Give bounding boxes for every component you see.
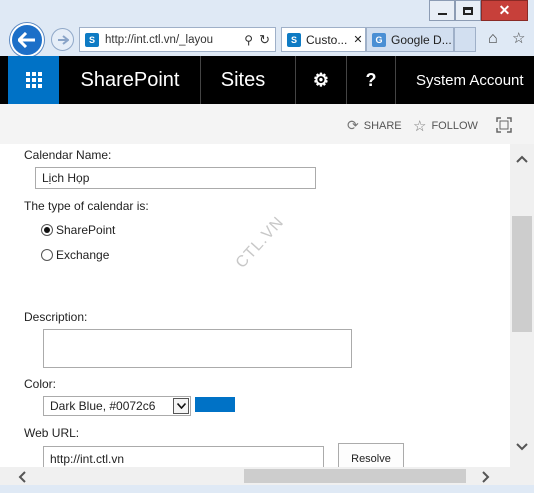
- suite-divider: [395, 56, 396, 104]
- forward-arrow-icon: [57, 34, 69, 45]
- sharepoint-favicon-icon: S: [85, 32, 99, 47]
- window-bottom-edge: [0, 485, 534, 493]
- tab-close-icon[interactable]: ✕: [353, 33, 362, 46]
- color-swatch: [195, 397, 235, 412]
- suite-divider: [200, 56, 201, 104]
- chevron-left-icon: [18, 471, 26, 483]
- close-button[interactable]: ✕: [481, 0, 528, 21]
- watermark: CTL.VN: [232, 213, 288, 272]
- new-tab-button[interactable]: [454, 27, 476, 52]
- address-url: http://int.ctl.vn/_layou: [105, 33, 214, 46]
- calendar-name-field[interactable]: Lịch Họp: [35, 167, 316, 189]
- chevron-down-icon[interactable]: [173, 398, 189, 414]
- scroll-thumb[interactable]: [512, 216, 532, 332]
- horizontal-scrollbar[interactable]: [0, 467, 510, 485]
- scroll-down-button[interactable]: [510, 432, 534, 462]
- calendar-name-label: Calendar Name:: [24, 148, 112, 162]
- address-bar[interactable]: S http://int.ctl.vn/_layou ⚲ ↻: [79, 27, 276, 52]
- home-icon[interactable]: ⌂: [488, 30, 498, 48]
- radio-exchange[interactable]: [41, 249, 53, 261]
- refresh-icon[interactable]: ↻: [259, 32, 270, 48]
- sites-link[interactable]: Sites: [210, 56, 276, 104]
- chevron-up-icon: [516, 155, 528, 163]
- description-field[interactable]: [43, 329, 352, 368]
- resolve-button[interactable]: Resolve: [338, 443, 404, 467]
- close-icon: ✕: [498, 2, 511, 18]
- web-url-field[interactable]: http://int.ctl.vn: [43, 446, 324, 467]
- back-arrow-icon: [18, 32, 35, 48]
- minimize-icon: [437, 12, 447, 15]
- tab-google-docs[interactable]: G Google D...: [366, 27, 454, 52]
- web-url-label: Web URL:: [24, 426, 80, 440]
- radio-exchange-label: Exchange: [56, 248, 110, 262]
- maximize-icon: [463, 6, 473, 15]
- share-icon: ⟳: [347, 117, 359, 133]
- focus-content-icon: [496, 117, 512, 133]
- follow-button[interactable]: ☆ FOLLOW: [413, 117, 478, 135]
- color-label: Color:: [24, 377, 57, 391]
- follow-label: FOLLOW: [431, 120, 478, 132]
- minimize-button[interactable]: [429, 0, 455, 21]
- share-label: SHARE: [363, 119, 402, 132]
- waffle-icon: [25, 72, 42, 88]
- tab-label: Custo...: [306, 32, 348, 47]
- follow-star-icon: ☆: [413, 118, 427, 135]
- description-label: Description:: [24, 310, 88, 324]
- chevron-down-icon: [516, 443, 528, 451]
- color-select[interactable]: Dark Blue, #0072c6: [43, 396, 191, 416]
- settings-gear-icon[interactable]: ⚙: [296, 56, 346, 104]
- favorites-star-icon[interactable]: ☆: [512, 29, 525, 47]
- focus-on-content-button[interactable]: [496, 117, 512, 133]
- user-account-menu[interactable]: System Account: [402, 56, 532, 104]
- form-content: Calendar Name: Lịch Họp The type of cale…: [0, 144, 510, 467]
- scroll-up-button[interactable]: [510, 144, 534, 174]
- tab-label: Google D...: [391, 32, 452, 47]
- color-select-value: Dark Blue, #0072c6: [50, 399, 156, 413]
- help-question-icon[interactable]: ?: [347, 56, 395, 104]
- radio-sharepoint[interactable]: [41, 224, 53, 236]
- radio-sharepoint-label: SharePoint: [56, 223, 116, 237]
- share-button[interactable]: ⟳ SHARE: [347, 117, 402, 134]
- forward-button[interactable]: [51, 28, 74, 51]
- search-icon[interactable]: ⚲: [244, 33, 253, 47]
- vertical-scrollbar[interactable]: [510, 144, 534, 467]
- back-button[interactable]: [10, 23, 44, 57]
- chevron-right-icon: [482, 471, 490, 483]
- radio-exchange-option[interactable]: Exchange: [41, 248, 109, 262]
- scroll-thumb-horizontal[interactable]: [244, 469, 466, 483]
- scrollbar-corner: [510, 467, 534, 485]
- maximize-button[interactable]: [455, 0, 481, 21]
- google-docs-tab-icon: G: [372, 32, 386, 47]
- calendar-type-label: The type of calendar is:: [24, 199, 149, 213]
- sharepoint-brand[interactable]: SharePoint: [70, 56, 190, 104]
- tab-custom[interactable]: S Custo... ✕: [281, 27, 366, 52]
- app-launcher-button[interactable]: [8, 56, 59, 104]
- sharepoint-tab-icon: S: [287, 32, 301, 47]
- radio-sharepoint-option[interactable]: SharePoint: [41, 223, 115, 237]
